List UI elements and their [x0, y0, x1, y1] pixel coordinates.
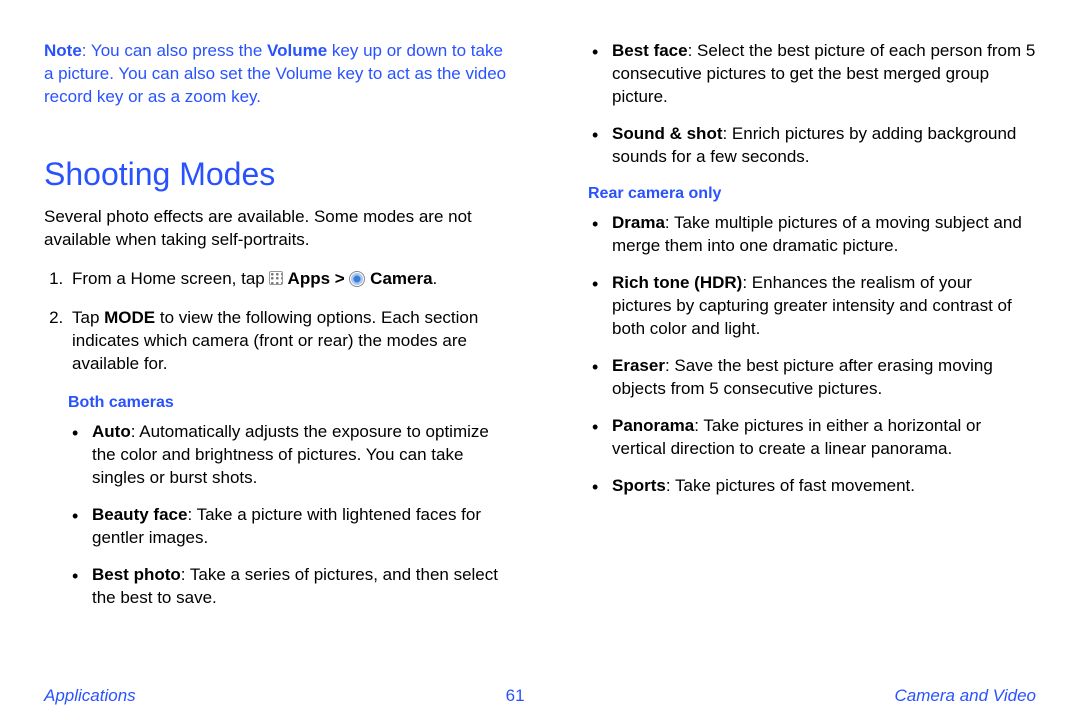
note-text: Note: You can also press the Volume key …	[44, 40, 516, 109]
both-cameras-list: Auto: Automatically adjusts the exposure…	[44, 421, 516, 610]
note-label: Note	[44, 41, 82, 60]
subhead-rear-camera: Rear camera only	[588, 183, 1036, 205]
mode-desc: : Take pictures of fast movement.	[666, 476, 915, 495]
mode-name: Rich tone (HDR)	[612, 273, 742, 292]
mode-desc: : Save the best picture after erasing mo…	[612, 356, 993, 398]
mode-desc: : Automatically adjusts the exposure to …	[92, 422, 489, 487]
list-item: Best face: Select the best picture of ea…	[608, 40, 1036, 109]
step1-apps-label: Apps >	[283, 269, 349, 288]
mode-name: Eraser	[612, 356, 665, 375]
footer-left: Applications	[44, 686, 136, 706]
list-item: Drama: Take multiple pictures of a movin…	[608, 212, 1036, 258]
apps-icon	[269, 271, 283, 285]
page-footer: Applications 61 Camera and Video	[44, 686, 1036, 706]
mode-name: Sports	[612, 476, 666, 495]
content-columns: Note: You can also press the Volume key …	[44, 40, 1036, 660]
list-item: Best photo: Take a series of pictures, a…	[88, 564, 516, 610]
footer-right: Camera and Video	[895, 686, 1036, 706]
mode-name: Beauty face	[92, 505, 187, 524]
steps-list: From a Home screen, tap Apps > Camera. T…	[44, 268, 516, 376]
list-item: Eraser: Save the best picture after eras…	[608, 355, 1036, 401]
step1-period: .	[433, 269, 438, 288]
rear-camera-list: Drama: Take multiple pictures of a movin…	[564, 212, 1036, 497]
mode-name: Drama	[612, 213, 665, 232]
subhead-both-cameras: Both cameras	[68, 392, 516, 414]
note-volume: Volume	[267, 41, 327, 60]
step1-text-a: From a Home screen, tap	[72, 269, 269, 288]
step1-camera-label: Camera	[365, 269, 432, 288]
step-1: From a Home screen, tap Apps > Camera.	[68, 268, 516, 291]
right-column: Best face: Select the best picture of ea…	[564, 40, 1036, 660]
list-item: Sports: Take pictures of fast movement.	[608, 475, 1036, 498]
list-item: Rich tone (HDR): Enhances the realism of…	[608, 272, 1036, 341]
step2-mode-label: MODE	[104, 308, 155, 327]
mode-name: Panorama	[612, 416, 694, 435]
manual-page: Note: You can also press the Volume key …	[0, 0, 1080, 720]
mode-name: Auto	[92, 422, 131, 441]
list-item: Auto: Automatically adjusts the exposure…	[88, 421, 516, 490]
mode-name: Sound & shot	[612, 124, 722, 143]
left-column: Note: You can also press the Volume key …	[44, 40, 516, 660]
note-part1: : You can also press the	[82, 41, 267, 60]
step2-text-a: Tap	[72, 308, 104, 327]
camera-icon	[349, 271, 365, 287]
list-item: Sound & shot: Enrich pictures by adding …	[608, 123, 1036, 169]
both-cameras-list-cont: Best face: Select the best picture of ea…	[564, 40, 1036, 169]
section-heading: Shooting Modes	[44, 153, 516, 196]
mode-desc: : Take multiple pictures of a moving sub…	[612, 213, 1022, 255]
list-item: Panorama: Take pictures in either a hori…	[608, 415, 1036, 461]
intro-text: Several photo effects are available. Som…	[44, 206, 516, 252]
list-item: Beauty face: Take a picture with lighten…	[88, 504, 516, 550]
step-2: Tap MODE to view the following options. …	[68, 307, 516, 376]
footer-page-number: 61	[506, 686, 525, 706]
mode-name: Best photo	[92, 565, 181, 584]
mode-name: Best face	[612, 41, 688, 60]
